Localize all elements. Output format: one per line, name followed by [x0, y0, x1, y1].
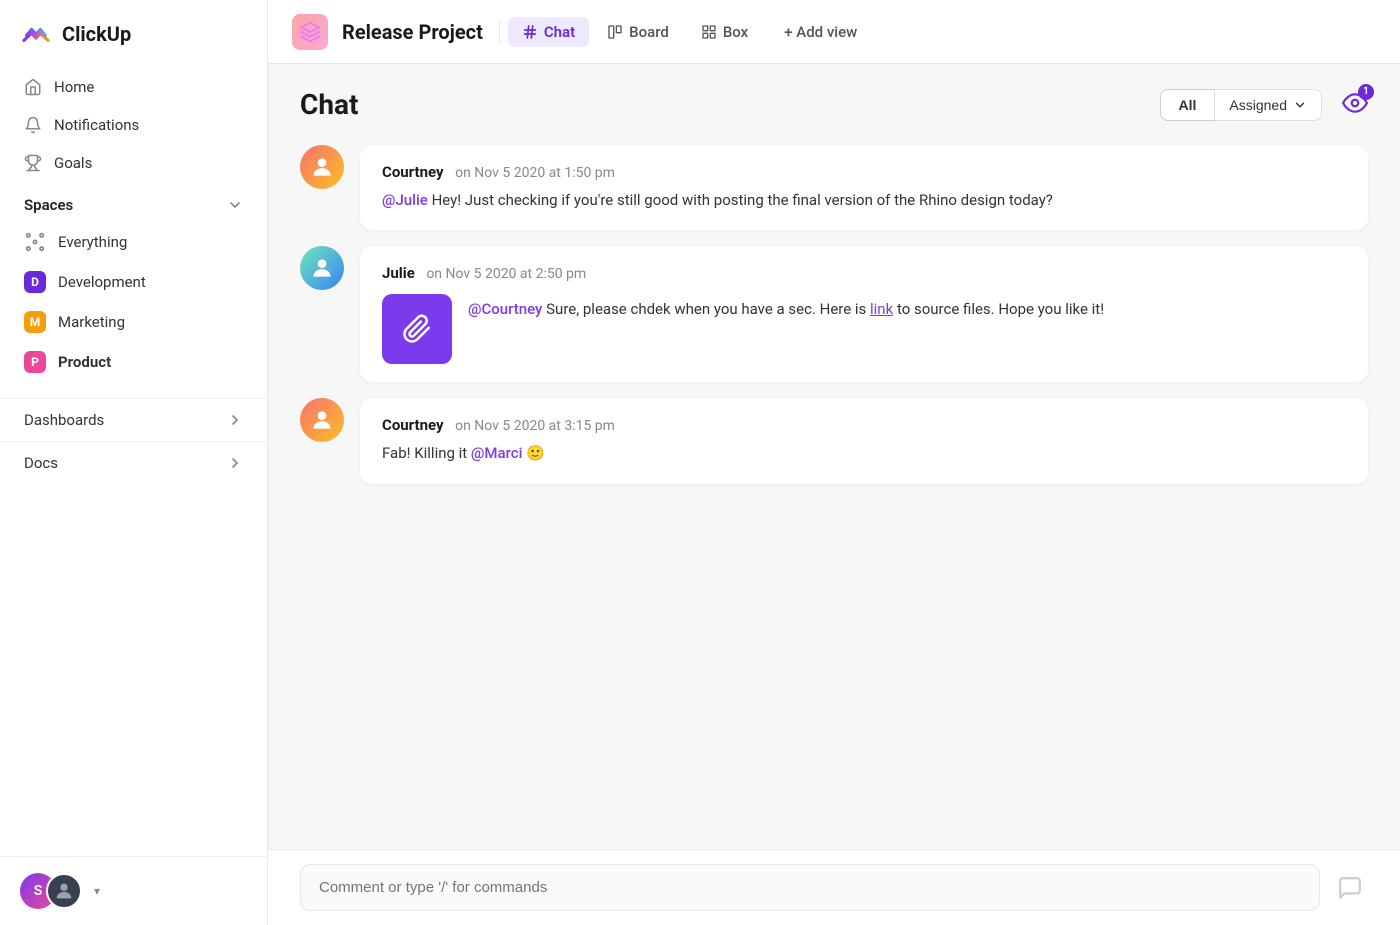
- chevron-right-icon-docs: [227, 455, 243, 471]
- sidebar-item-everything[interactable]: Everything: [12, 222, 255, 262]
- chat-title: Chat: [300, 88, 358, 121]
- avatar: [300, 398, 344, 442]
- home-icon: [24, 78, 42, 96]
- mention: @Marci: [471, 444, 522, 462]
- project-info: Release Project: [292, 14, 483, 50]
- watch-count: 1: [1358, 84, 1374, 100]
- message-timestamp: on Nov 5 2020 at 2:50 pm: [426, 266, 586, 282]
- sidebar-item-notifications[interactable]: Notifications: [12, 106, 255, 144]
- sidebar-item-everything-label: Everything: [58, 233, 127, 251]
- tab-chat[interactable]: Chat: [508, 17, 589, 47]
- chevron-down-assigned-icon: [1293, 98, 1307, 112]
- marketing-badge: M: [24, 311, 46, 333]
- sidebar-item-goals-label: Goals: [54, 154, 92, 172]
- sidebar-item-development-label: Development: [58, 273, 146, 291]
- hash-icon: [522, 24, 538, 40]
- paperclip-icon: [402, 314, 432, 344]
- sidebar-item-product-label: Product: [58, 353, 111, 371]
- docs-label: Docs: [24, 454, 58, 472]
- spaces-list: Everything D Development M Marketing P P…: [0, 222, 267, 382]
- message-timestamp: on Nov 5 2020 at 3:15 pm: [455, 418, 615, 434]
- user-menu-caret: ▾: [94, 884, 100, 898]
- avatar-j: [46, 873, 82, 909]
- chat-header: Chat All Assigned 1: [300, 88, 1368, 121]
- sidebar-item-goals[interactable]: Goals: [12, 144, 255, 182]
- source-link[interactable]: link: [870, 300, 893, 318]
- product-badge: P: [24, 351, 46, 373]
- message-text: @Julie Hey! Just checking if you're stil…: [382, 189, 1346, 212]
- spaces-label: Spaces: [24, 196, 73, 214]
- messages-list: Courtney on Nov 5 2020 at 1:50 pm @Julie…: [300, 145, 1368, 484]
- chevron-right-icon: [227, 412, 243, 428]
- comment-bar: [268, 849, 1400, 925]
- topbar-divider: [499, 20, 500, 44]
- tab-board[interactable]: Board: [593, 17, 683, 47]
- bell-icon: [24, 116, 42, 134]
- main-nav: Home Notifications Goals: [0, 68, 267, 182]
- attachment-row: @Courtney Sure, please chdek when you ha…: [382, 294, 1346, 364]
- message-card: Courtney on Nov 5 2020 at 3:15 pm Fab! K…: [360, 398, 1368, 483]
- avatar: [300, 246, 344, 290]
- message-card: Courtney on Nov 5 2020 at 1:50 pm @Julie…: [360, 145, 1368, 230]
- everything-icon: [24, 231, 46, 253]
- table-row: Courtney on Nov 5 2020 at 3:15 pm Fab! K…: [300, 398, 1368, 483]
- sidebar-item-home[interactable]: Home: [12, 68, 255, 106]
- chevron-down-icon: [227, 197, 243, 213]
- sidebar-item-notifications-label: Notifications: [54, 116, 139, 134]
- main-content: Release Project Chat Board Box + Add vie…: [268, 0, 1400, 925]
- project-icon: [292, 14, 328, 50]
- filter-all-button[interactable]: All: [1160, 89, 1215, 121]
- app-name: ClickUp: [62, 22, 131, 46]
- attachment-thumbnail[interactable]: [382, 294, 452, 364]
- tab-box[interactable]: Box: [687, 17, 762, 47]
- chat-bubble-icon: [1337, 875, 1363, 901]
- sidebar-item-home-label: Home: [54, 78, 94, 96]
- spaces-section-header[interactable]: Spaces: [0, 182, 267, 222]
- sidebar-item-docs[interactable]: Docs: [0, 441, 267, 484]
- project-title: Release Project: [342, 20, 483, 44]
- message-author: Courtney: [382, 416, 444, 434]
- topbar-tabs: Chat Board Box + Add view: [508, 17, 871, 47]
- trophy-icon: [24, 154, 42, 172]
- comment-icon[interactable]: [1332, 870, 1368, 906]
- clickup-logo-icon: [20, 18, 52, 50]
- filter-assigned-button[interactable]: Assigned: [1214, 89, 1322, 121]
- sidebar-item-marketing-label: Marketing: [58, 313, 125, 331]
- chat-filters: All Assigned: [1160, 89, 1322, 121]
- message-author: Julie: [382, 264, 415, 282]
- sidebar-item-dashboards[interactable]: Dashboards: [0, 398, 267, 441]
- add-view-button[interactable]: + Add view: [770, 17, 871, 47]
- message-card: Julie on Nov 5 2020 at 2:50 pm @Courtney…: [360, 246, 1368, 382]
- dashboards-label: Dashboards: [24, 411, 104, 429]
- avatar: [300, 145, 344, 189]
- user-profile-area[interactable]: S ▾: [0, 856, 267, 925]
- sidebar: ClickUp Home Notifications Goals Spaces …: [0, 0, 268, 925]
- mention: @Courtney: [468, 300, 542, 318]
- box-icon: [701, 24, 717, 40]
- sidebar-item-marketing[interactable]: M Marketing: [12, 302, 255, 342]
- message-author: Courtney: [382, 163, 444, 181]
- message-text: Fab! Killing it @Marci 🙂: [382, 442, 1346, 465]
- logo[interactable]: ClickUp: [0, 0, 267, 68]
- avatar-group: S: [20, 873, 82, 909]
- table-row: Julie on Nov 5 2020 at 2:50 pm @Courtney…: [300, 246, 1368, 382]
- board-icon: [607, 24, 623, 40]
- sidebar-item-development[interactable]: D Development: [12, 262, 255, 302]
- development-badge: D: [24, 271, 46, 293]
- attachment-text: @Courtney Sure, please chdek when you ha…: [468, 294, 1104, 321]
- chat-content: Chat All Assigned 1: [268, 64, 1400, 849]
- message-timestamp: on Nov 5 2020 at 1:50 pm: [455, 165, 615, 181]
- topbar: Release Project Chat Board Box + Add vie…: [268, 0, 1400, 64]
- sidebar-item-product[interactable]: P Product: [12, 342, 255, 382]
- mention: @Julie: [382, 191, 428, 209]
- table-row: Courtney on Nov 5 2020 at 1:50 pm @Julie…: [300, 145, 1368, 230]
- watch-badge[interactable]: 1: [1342, 90, 1368, 120]
- comment-input[interactable]: [300, 864, 1320, 911]
